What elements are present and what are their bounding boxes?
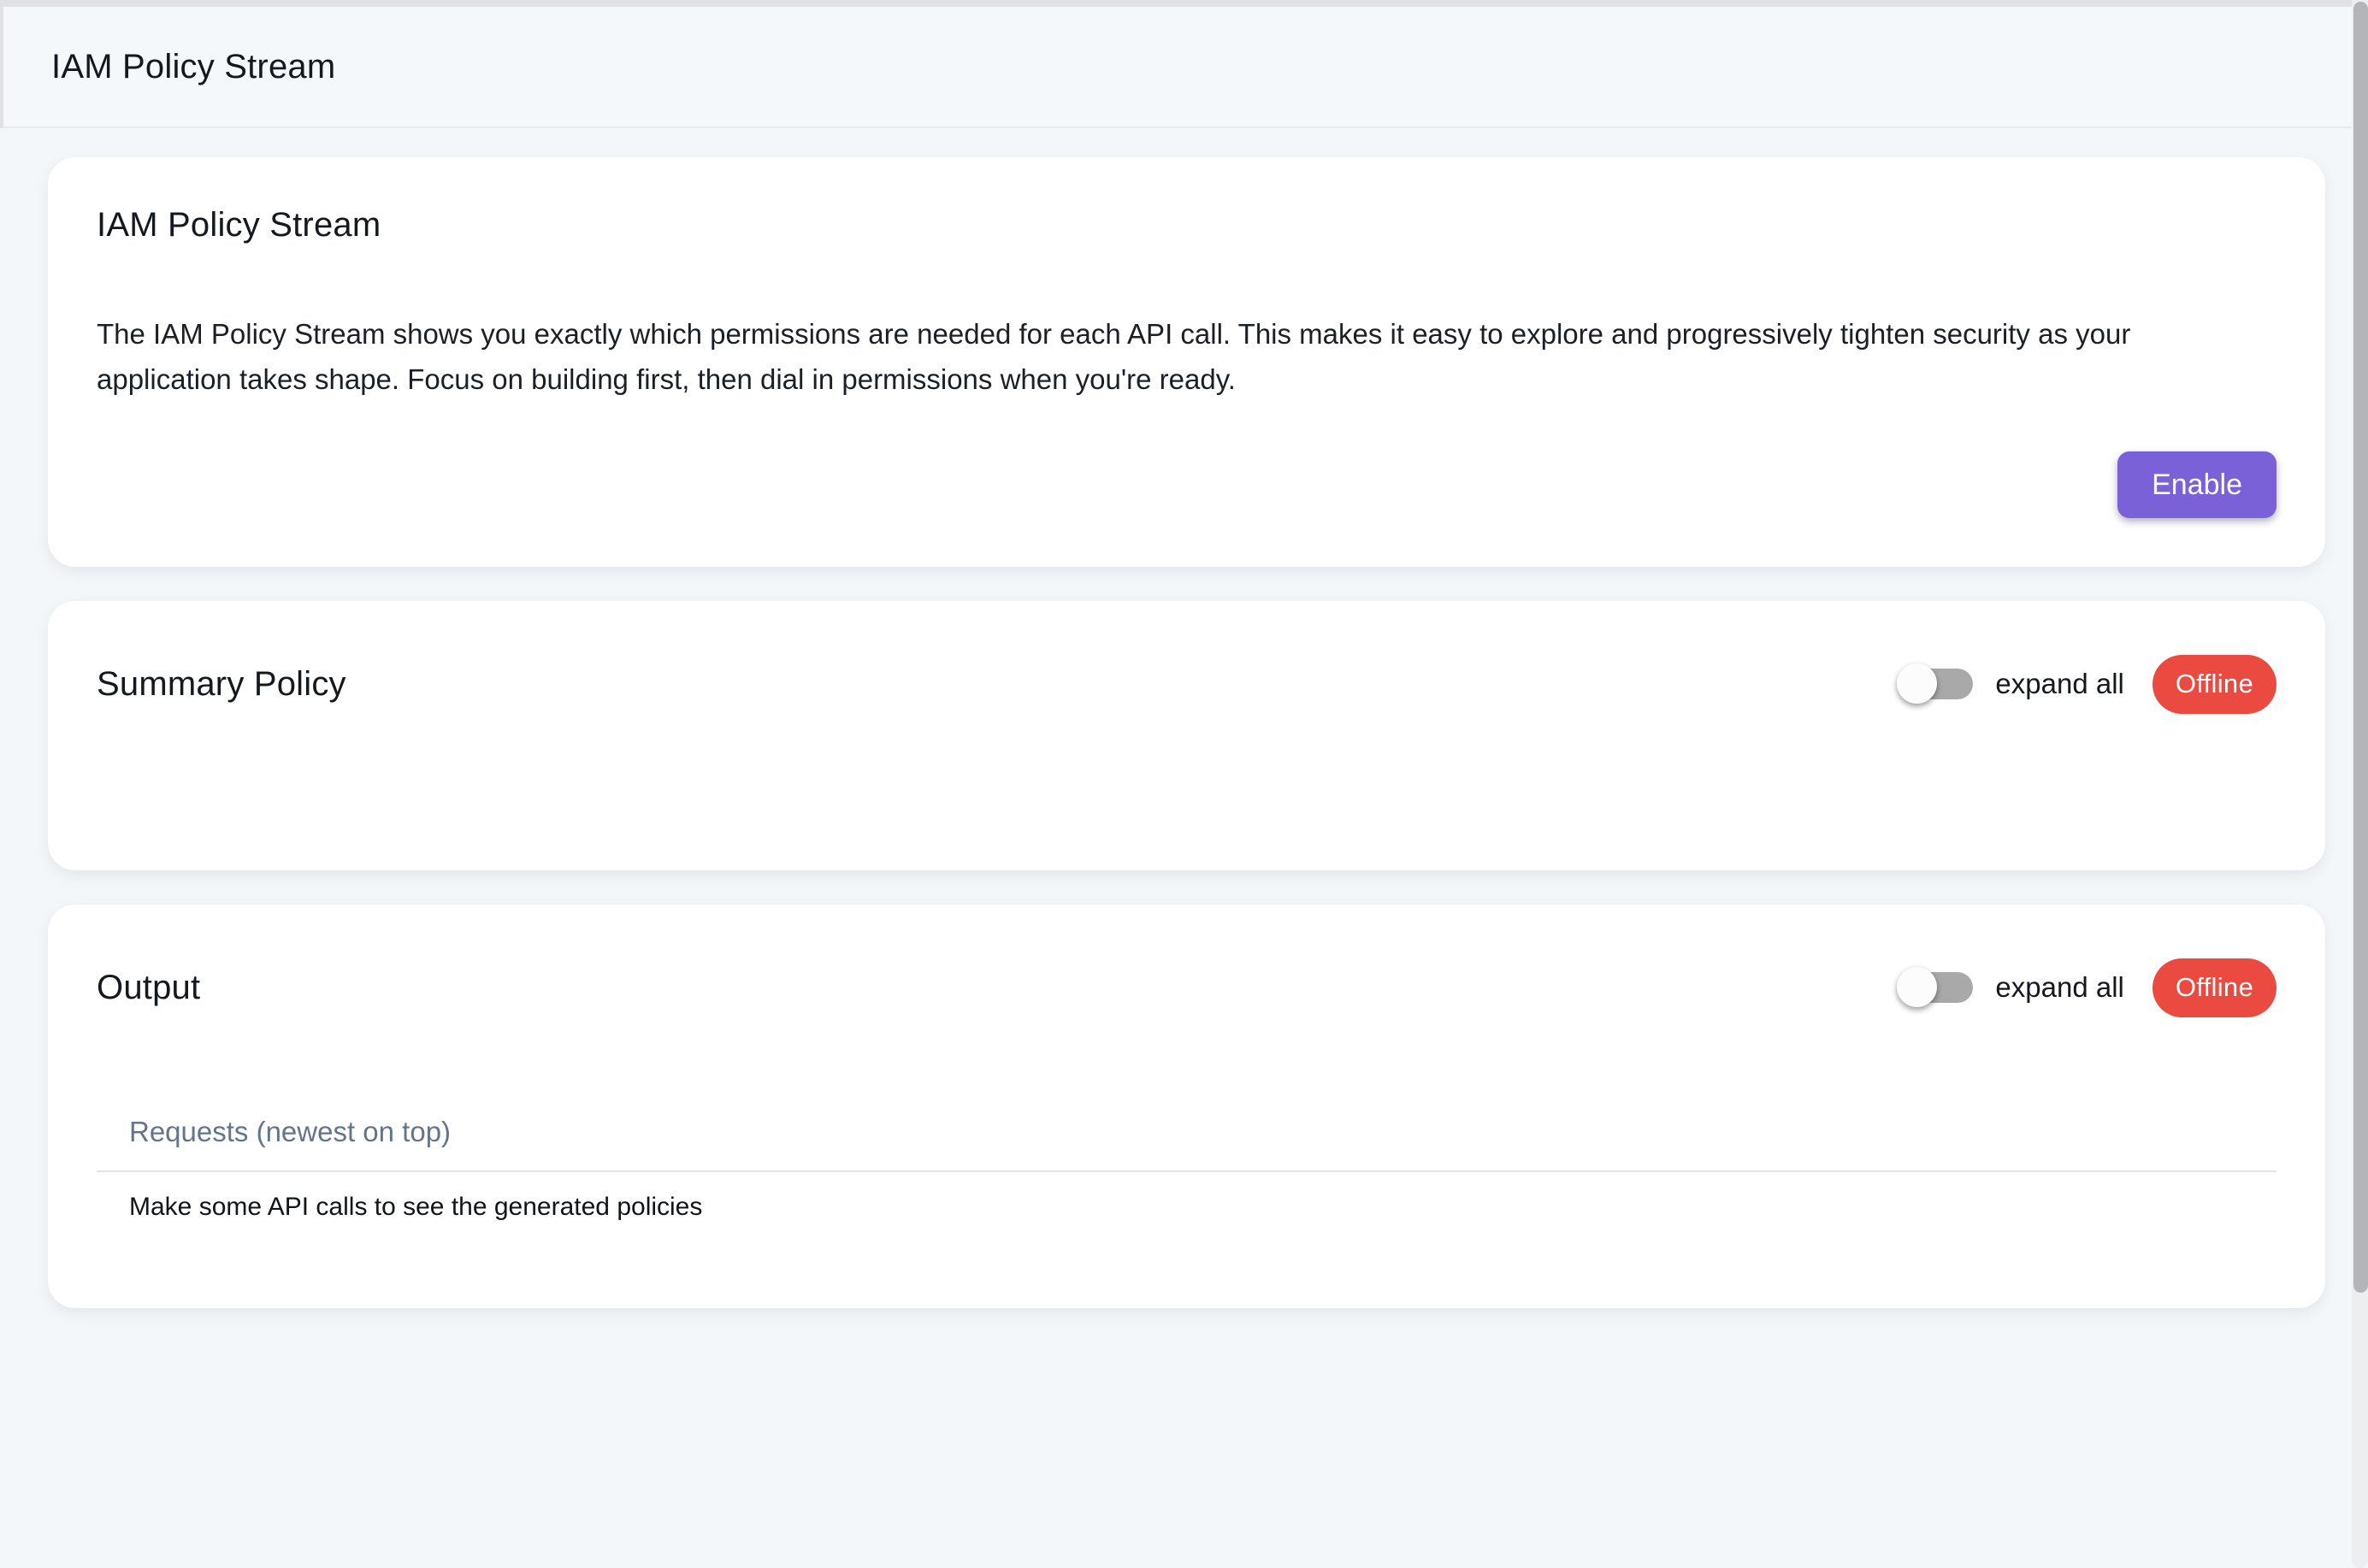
summary-policy-controls: expand all Offline (1899, 655, 2276, 714)
intro-card-actions: Enable (97, 451, 2276, 518)
main-content: IAM Policy Stream The IAM Policy Stream … (0, 128, 2368, 1308)
output-controls: expand all Offline (1899, 958, 2276, 1017)
requests-heading: Requests (newest on top) (97, 1116, 2276, 1148)
summary-policy-card: Summary Policy expand all Offline (48, 601, 2325, 870)
requests-section: Requests (newest on top) Make some API c… (97, 1116, 2276, 1222)
requests-divider (97, 1170, 2276, 1172)
scrollbar-thumb[interactable] (2353, 2, 2368, 1293)
app-header: IAM Policy Stream (0, 7, 2368, 128)
output-expand-all-label: expand all (1995, 971, 2123, 1004)
output-status-badge: Offline (2152, 958, 2276, 1017)
scrollbar-track[interactable] (2352, 0, 2368, 1568)
intro-card-title: IAM Policy Stream (97, 206, 2276, 245)
summary-policy-title: Summary Policy (97, 665, 346, 704)
output-expand-toggle[interactable] (1899, 972, 1973, 1003)
summary-expand-toggle[interactable] (1899, 669, 1973, 699)
summary-policy-header: Summary Policy expand all Offline (97, 650, 2276, 718)
requests-empty-message: Make some API calls to see the generated… (97, 1193, 2276, 1222)
toggle-knob-icon (1897, 967, 1937, 1007)
intro-card-description: The IAM Policy Stream shows you exactly … (97, 311, 2265, 402)
window-top-edge (0, 0, 2368, 7)
summary-status-badge: Offline (2152, 655, 2276, 714)
enable-button[interactable]: Enable (2117, 451, 2276, 518)
output-header: Output expand all Offline (97, 953, 2276, 1022)
output-title: Output (97, 969, 200, 1007)
intro-card: IAM Policy Stream The IAM Policy Stream … (48, 157, 2325, 567)
summary-expand-all-label: expand all (1995, 668, 2123, 700)
output-card: Output expand all Offline Requests (newe… (48, 905, 2325, 1308)
toggle-knob-icon (1897, 663, 1937, 704)
page-title: IAM Policy Stream (51, 48, 335, 86)
